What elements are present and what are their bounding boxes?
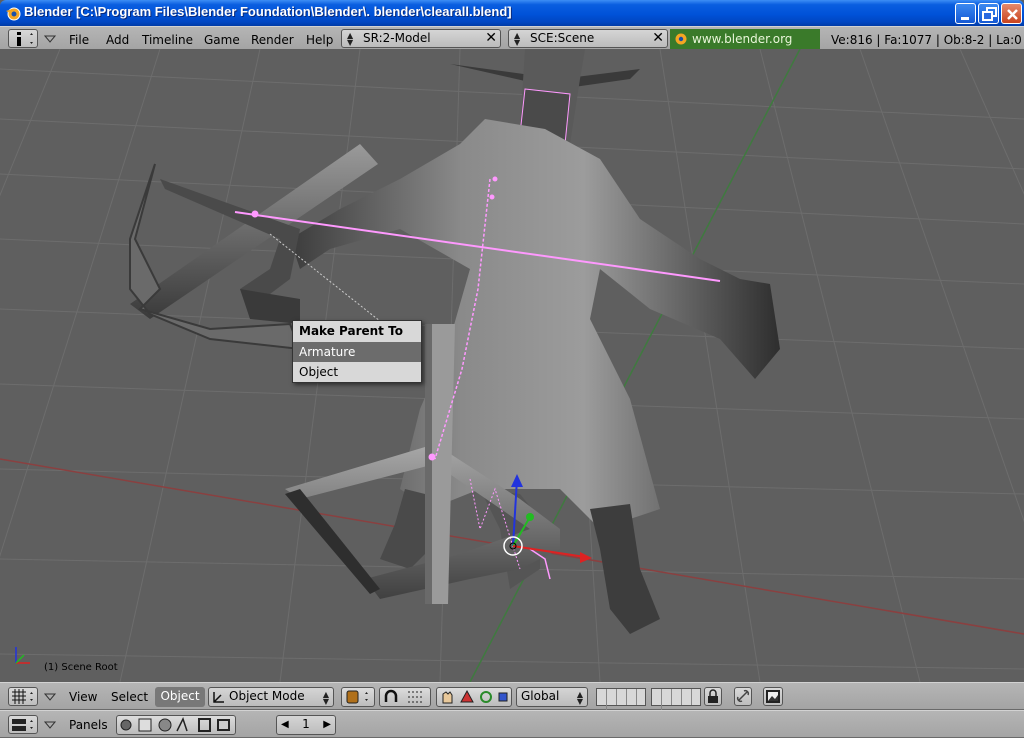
window-titlebar: Blender [C:\Program Files\Blender Founda… [0, 0, 1024, 26]
orientation-label: Global [521, 689, 560, 703]
restore-icon [982, 7, 997, 21]
frame-number-field[interactable]: ◀ 1 ▶ [276, 715, 336, 735]
menu-render[interactable]: Render [251, 33, 294, 47]
window-title: Blender [C:\Program Files\Blender Founda… [24, 4, 512, 19]
menu-timeline[interactable]: Timeline [142, 33, 193, 47]
collapse-triangle-icon[interactable] [44, 692, 56, 702]
updown-arrows-icon: ▲ ▼ [347, 31, 354, 47]
manipulator-icons [442, 689, 508, 704]
popup-title: Make Parent To [299, 324, 403, 338]
draw-type-button[interactable] [341, 687, 375, 707]
screen-name: SR:2-Model [363, 31, 431, 45]
3d-view-header: View Select Object Object Mode ▲ ▼ Global… [0, 682, 1024, 721]
info-header: File Add Timeline Game Render Help ▲ ▼ SR… [0, 26, 1024, 66]
mode-selector[interactable]: Object Mode ▲ ▼ [208, 687, 334, 707]
grid-view-icon [12, 689, 33, 704]
menu-help[interactable]: Help [306, 33, 333, 47]
buttons-window-header: Panels ◀ 1 ▶ [0, 710, 1024, 738]
link-icon [736, 689, 750, 703]
menu-object[interactable]: Object [155, 687, 205, 707]
scene-name: SCE:Scene [530, 31, 595, 45]
popup-option-armature[interactable]: Armature [293, 342, 421, 362]
mode-label: Object Mode [229, 689, 305, 703]
frame-number: 1 [302, 717, 310, 731]
panels-menu[interactable]: Panels [69, 718, 108, 732]
info-icon [17, 32, 33, 46]
viewport-status-text: (1) Scene Root [44, 662, 118, 673]
snap-button[interactable] [734, 687, 752, 706]
menu-view[interactable]: View [69, 690, 97, 704]
menu-select[interactable]: Select [111, 690, 148, 704]
solid-draw-icon [346, 690, 368, 704]
blender-website-badge[interactable]: www.blender.org 249.2 [670, 29, 820, 66]
decrement-icon[interactable]: ◀ [281, 716, 289, 733]
layer-buttons-2[interactable] [651, 688, 701, 721]
menu-add[interactable]: Add [106, 33, 129, 47]
image-icon [766, 690, 780, 703]
scene-selector[interactable]: ▲ ▼ SCE:Scene ✕ [508, 29, 668, 48]
layer-lock-button[interactable] [704, 687, 722, 706]
menu-game[interactable]: Game [204, 33, 240, 47]
context-buttons-group[interactable] [116, 715, 236, 735]
3d-viewport[interactable] [0, 49, 1024, 682]
scene-stats: Ve:816 | Fa:1077 | Ob:8-2 | La:0 [831, 33, 1022, 47]
collapse-triangle-icon[interactable] [44, 34, 56, 44]
updown-arrows-icon: ▲ ▼ [576, 690, 583, 706]
minimize-icon [961, 17, 969, 20]
delete-scene-icon[interactable]: ✕ [652, 30, 664, 47]
orientation-selector[interactable]: Global ▲ ▼ [516, 687, 588, 707]
close-button[interactable] [1001, 3, 1022, 24]
render-preview-button[interactable] [763, 687, 783, 706]
blender-logo-icon [6, 7, 21, 21]
close-icon [1007, 9, 1018, 20]
buttons-editor-type-button[interactable] [8, 715, 38, 734]
buttons-window-icon [12, 719, 33, 731]
increment-icon[interactable]: ▶ [323, 716, 331, 733]
collapse-triangle-icon[interactable] [44, 720, 56, 730]
magnet-pivot-icons [384, 689, 424, 703]
screen-selector[interactable]: ▲ ▼ SR:2-Model ✕ [341, 29, 501, 48]
manipulator-group[interactable] [436, 687, 512, 707]
3d-scene [0, 49, 1024, 682]
pivot-snap-group[interactable] [379, 687, 431, 707]
minimize-button[interactable] [955, 3, 976, 24]
lock-icon [708, 689, 718, 703]
updown-arrows-icon: ▲ ▼ [514, 31, 521, 47]
context-icons [120, 717, 230, 732]
maximize-button[interactable] [978, 3, 999, 24]
view-axis-gizmo [15, 647, 30, 664]
updown-arrows-icon: ▲ ▼ [322, 690, 329, 706]
editor-type-button[interactable] [8, 29, 38, 48]
object-mode-icon [213, 692, 224, 703]
3d-view-editor-type-button[interactable] [8, 687, 38, 706]
popup-option-object[interactable]: Object [293, 362, 421, 382]
delete-screen-icon[interactable]: ✕ [485, 30, 497, 47]
menu-file[interactable]: File [69, 33, 89, 47]
make-parent-popup: Make Parent To Armature Object [292, 320, 422, 383]
blender-logo-icon [675, 33, 687, 45]
layer-buttons-1[interactable] [596, 688, 646, 721]
